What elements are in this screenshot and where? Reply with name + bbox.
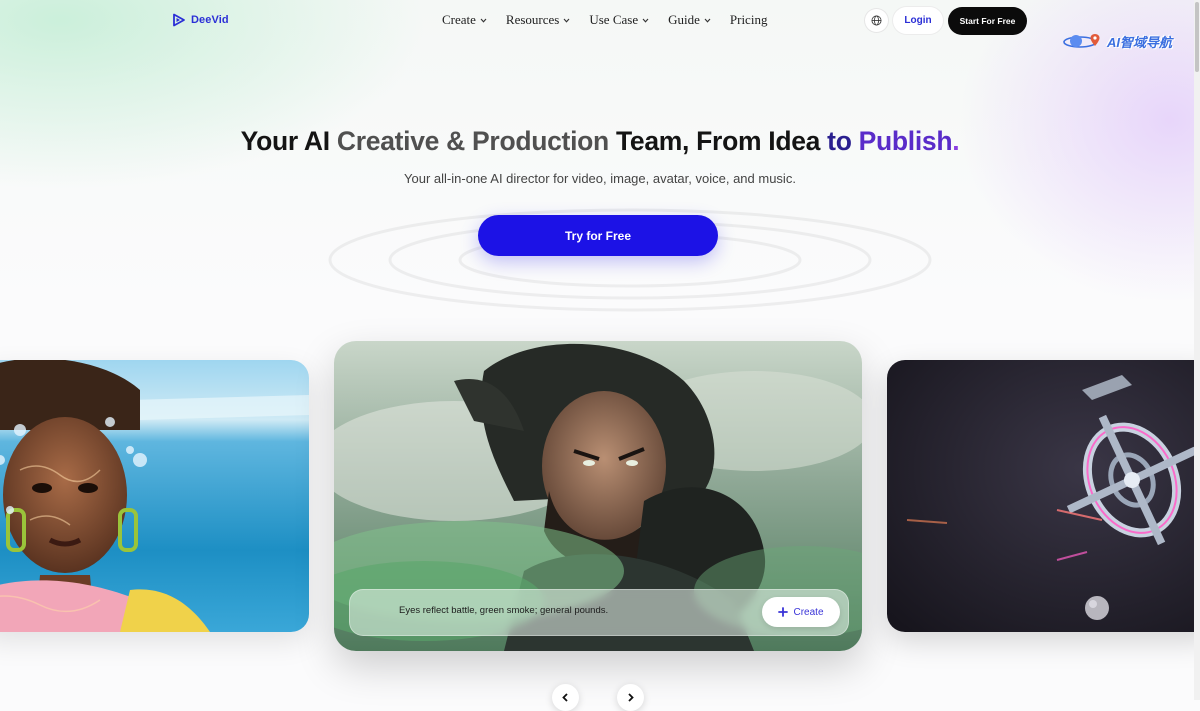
plus-icon (778, 607, 789, 617)
underwater-portrait-image (0, 360, 309, 632)
chevron-down-icon (563, 18, 570, 23)
menu-item-label: Guide (668, 12, 700, 27)
menu-item-label: Create (442, 12, 476, 27)
chevron-down-icon (704, 18, 711, 23)
menu-item-guide[interactable]: Guide (668, 12, 711, 28)
create-button[interactable]: Create (762, 597, 840, 627)
login-button[interactable]: Login (893, 7, 943, 34)
menu-item-label: Resources (505, 12, 560, 27)
hero-headline: Your AI Creative & Production Team, From… (0, 126, 1200, 157)
globe-icon (871, 15, 882, 26)
page-scrollbar[interactable] (1194, 0, 1200, 700)
showcase-card-right[interactable] (887, 360, 1200, 632)
menu-item-use-case[interactable]: Use Case (589, 12, 649, 28)
headline-part: Creative & Production (336, 126, 609, 156)
top-navigation: DeeVid Create Resources Use Case Guide P… (0, 0, 1200, 42)
watermark: AI智域导航 (1062, 31, 1172, 51)
watermark-text: AI智域导航 (1107, 34, 1173, 50)
prompt-bar: Eyes reflect battle, green smoke; genera… (349, 589, 849, 636)
headline-part: Your AI (240, 126, 337, 156)
hero-subtitle: Your all-in-one AI director for video, i… (404, 171, 796, 186)
chevron-down-icon (480, 18, 487, 23)
scrollbar-thumb[interactable] (1195, 2, 1199, 72)
showcase-card-center[interactable]: Eyes reflect battle, green smoke; genera… (334, 341, 862, 651)
menu-item-label: Pricing (729, 12, 768, 27)
headline-part: Team, From Idea (608, 126, 828, 156)
menu-item-label: Use Case (589, 12, 639, 27)
language-button[interactable] (865, 9, 888, 32)
menu-item-pricing[interactable]: Pricing (730, 12, 768, 28)
space-station-image (887, 360, 1200, 632)
try-for-free-button[interactable]: Try for Free (478, 215, 718, 256)
showcase-card-left[interactable] (0, 360, 309, 632)
chevron-right-icon (628, 693, 634, 702)
carousel-next-button[interactable] (617, 684, 644, 711)
start-for-free-button[interactable]: Start For Free (948, 7, 1027, 35)
watermark-logo-icon (1063, 34, 1100, 48)
carousel-prev-button[interactable] (552, 684, 579, 711)
headline-part: . (952, 126, 960, 156)
chevron-down-icon (642, 18, 649, 23)
create-button-label: Create (793, 606, 824, 618)
chevron-left-icon (562, 693, 568, 702)
headline-part: to (827, 126, 859, 156)
main-menu: Create Resources Use Case Guide Pricing (442, 12, 767, 28)
brand-logo[interactable]: DeeVid (172, 13, 229, 27)
play-logo-icon (173, 13, 185, 27)
prompt-text: Eyes reflect battle, green smoke; genera… (399, 605, 609, 616)
headline-part: Publish (858, 126, 953, 156)
brand-name: DeeVid (191, 14, 229, 26)
menu-item-create[interactable]: Create (442, 12, 487, 28)
menu-item-resources[interactable]: Resources (506, 12, 570, 28)
